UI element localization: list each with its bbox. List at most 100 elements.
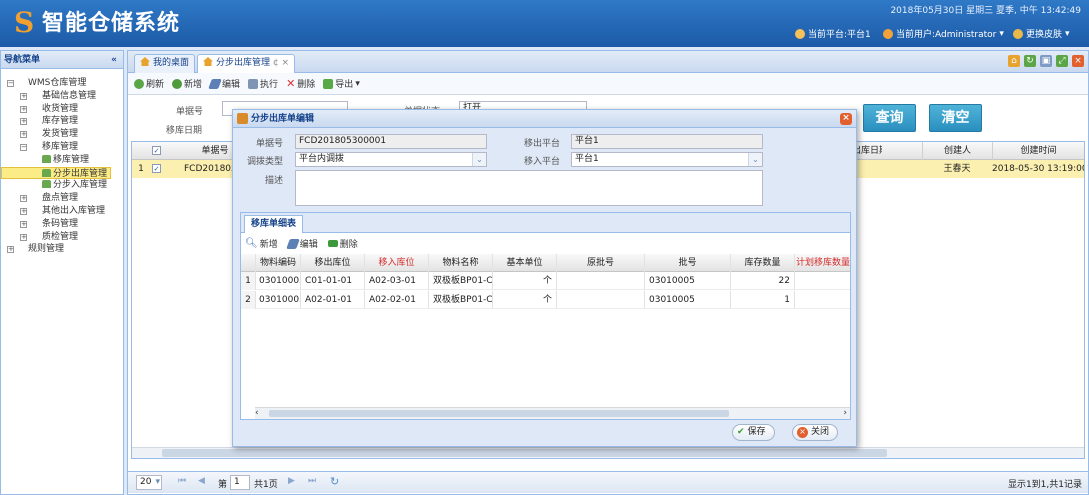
execute-button[interactable]: 执行 [248, 77, 278, 90]
home-icon[interactable]: ⌂ [1008, 55, 1020, 67]
scrollbar-thumb[interactable] [162, 449, 887, 457]
table-row[interactable]: 1 03010005 C01-01-01 A02-03-01 双极板BP01-C… [241, 272, 850, 290]
scrollbar-thumb[interactable] [269, 410, 729, 417]
collapse-icon[interactable]: − [7, 80, 14, 87]
expand-icon[interactable]: + [20, 207, 27, 215]
add-button[interactable]: 新增 [172, 77, 202, 90]
clear-button[interactable]: 清空 [929, 104, 982, 132]
tree-item-stocktake[interactable]: + 盘点管理 [1, 192, 123, 205]
pager: 20 ▾ ⏮ ◀ 第 1 共1页 ▶ ⏭ ↻ 显示1到1,共1记录 [128, 471, 1088, 493]
expand-icon[interactable]: + [20, 220, 27, 228]
col-from-location[interactable]: 移出库位 [301, 254, 365, 272]
tree-item-quality[interactable]: + 质检管理 [1, 231, 123, 244]
dialog-close-button[interactable]: × [840, 113, 852, 125]
change-skin[interactable]: 更换皮肤 ▾ [1013, 27, 1070, 40]
in-platform-select[interactable]: 平台1 ⌄ [571, 152, 763, 167]
col-plan-qty[interactable]: 计划移库数量 [795, 254, 851, 272]
delete-icon [327, 240, 338, 247]
out-platform-field[interactable]: 平台1 [571, 134, 763, 149]
tab-desktop[interactable]: 我的桌面 [134, 54, 196, 73]
header-datetime: 2018年05月30日 星期三 夏季, 中午 13:42:49 [890, 6, 1081, 16]
row-checkbox[interactable]: ✓ [152, 164, 161, 173]
collapse-icon[interactable]: « [111, 51, 117, 69]
first-page-icon[interactable]: ⏮ [178, 476, 186, 486]
col-orig-batch[interactable]: 原批号 [557, 254, 645, 272]
export-button[interactable]: 导出 ▾ [323, 77, 360, 90]
tree-item-receiving[interactable]: + 收货管理 [1, 103, 123, 116]
col-stock-qty[interactable]: 库存数量 [731, 254, 795, 272]
tab-detail-lines[interactable]: 移库单细表 [244, 215, 304, 233]
save-button[interactable]: ✔ 保存 [732, 424, 775, 441]
prev-page-icon[interactable]: ◀ [198, 476, 205, 486]
detail-edit-button[interactable]: 编辑 [285, 237, 318, 250]
scroll-left-icon[interactable]: ‹ [255, 408, 259, 418]
chevron-down-icon[interactable]: ⌄ [748, 153, 762, 166]
tree-root-rules[interactable]: + 规则管理 [1, 243, 123, 256]
close-button[interactable]: × 关闭 [792, 424, 839, 441]
tree-root-wms[interactable]: − WMS仓库管理 [1, 77, 123, 90]
header-created[interactable]: 创建时间 [992, 142, 1084, 160]
table-row[interactable]: 2 03010005 A02-01-01 A02-02-01 双极板BP01-C… [241, 291, 850, 309]
col-to-location[interactable]: 移入库位 [365, 254, 429, 272]
description-textarea[interactable] [295, 170, 763, 206]
expand-icon[interactable]: + [20, 118, 27, 126]
query-button[interactable]: 查询 [863, 104, 916, 132]
expand-icon[interactable]: + [7, 246, 14, 254]
tree-item-shipping[interactable]: + 发货管理 [1, 128, 123, 141]
page-input[interactable]: 1 [230, 475, 250, 490]
close-icon[interactable]: × [1072, 55, 1084, 67]
tree-leaf-step-out[interactable]: 分步出库管理 [1, 166, 111, 180]
current-user[interactable]: 当前用户:Administrator ▾ [883, 27, 1004, 40]
refresh-tab-icon[interactable]: ¢ [273, 58, 279, 68]
transfer-type-select[interactable]: 平台内调拨 ⌄ [295, 152, 487, 167]
tree-item-transfer[interactable]: − 移库管理 [1, 141, 123, 154]
chevron-down-icon[interactable]: ⌄ [472, 153, 486, 166]
tree-leaf-step-in[interactable]: 分步入库管理 [1, 179, 123, 192]
next-page-icon[interactable]: ▶ [288, 476, 295, 486]
tree-leaf-transfer[interactable]: 移库管理 [1, 154, 123, 167]
fullscreen-icon[interactable]: ⤢ [1056, 55, 1068, 67]
tree-item-basic[interactable]: + 基础信息管理 [1, 90, 123, 103]
delete-button[interactable]: ✕ 删除 [286, 77, 315, 90]
tree-item-inventory[interactable]: + 库存管理 [1, 115, 123, 128]
refresh-icon[interactable]: ↻ [1024, 55, 1036, 67]
header-creator[interactable]: 创建人 [922, 142, 992, 160]
chevron-down-icon: ▾ [155, 477, 160, 487]
close-tab-icon[interactable]: × [282, 58, 290, 68]
expand-icon[interactable]: + [20, 131, 27, 139]
scroll-right-icon[interactable]: › [843, 408, 847, 418]
restore-icon[interactable]: ▣ [1040, 55, 1052, 67]
pencil-icon [285, 238, 300, 249]
tab-step-out[interactable]: 分步出库管理 ¢ × [197, 54, 296, 73]
chevron-down-icon: ▾ [1065, 28, 1070, 39]
refresh-button[interactable]: 刷新 [134, 77, 164, 90]
current-platform[interactable]: 当前平台:平台1 [795, 27, 871, 40]
page-size-select[interactable]: 20 ▾ [136, 475, 162, 490]
expand-icon[interactable]: + [20, 195, 27, 203]
transfer-type-label: 调拨类型 [246, 157, 283, 167]
col-batch[interactable]: 批号 [645, 254, 731, 272]
select-all-checkbox[interactable]: ✓ [152, 146, 161, 155]
nav-panel: 导航菜单 « − WMS仓库管理 + 基础信息管理 + 收货管理 + 库存管理 + 发货管理… [0, 50, 124, 495]
tree-item-barcode[interactable]: + 条码管理 [1, 218, 123, 231]
skin-icon [1013, 28, 1023, 39]
detail-add-button[interactable]: 🔍︎ 新增 [245, 237, 278, 250]
col-material-name[interactable]: 物料名称 [429, 254, 493, 272]
col-unit[interactable]: 基本单位 [493, 254, 557, 272]
expand-icon[interactable]: + [20, 92, 27, 100]
tree-item-other-io[interactable]: + 其他出入库管理 [1, 205, 123, 218]
detail-delete-button[interactable]: 删除 [327, 237, 358, 250]
search-icon: 🔍︎ [245, 238, 258, 249]
collapse-icon[interactable]: − [20, 143, 27, 151]
refresh-icon[interactable]: ↻ [330, 475, 339, 488]
edit-button[interactable]: 编辑 [208, 77, 240, 90]
doc-no-field[interactable]: FCD201805300001 [295, 134, 487, 149]
horizontal-scrollbar[interactable] [132, 447, 1084, 458]
detail-horizontal-scrollbar[interactable]: ‹ › [255, 407, 850, 419]
expand-icon[interactable]: + [20, 233, 27, 241]
dialog-title: 分步出库单编辑 [251, 114, 315, 124]
dialog-icon [237, 113, 248, 124]
col-material-code[interactable]: 物料编码 [256, 254, 301, 272]
expand-icon[interactable]: + [20, 105, 27, 113]
last-page-icon[interactable]: ⏭ [308, 476, 316, 486]
